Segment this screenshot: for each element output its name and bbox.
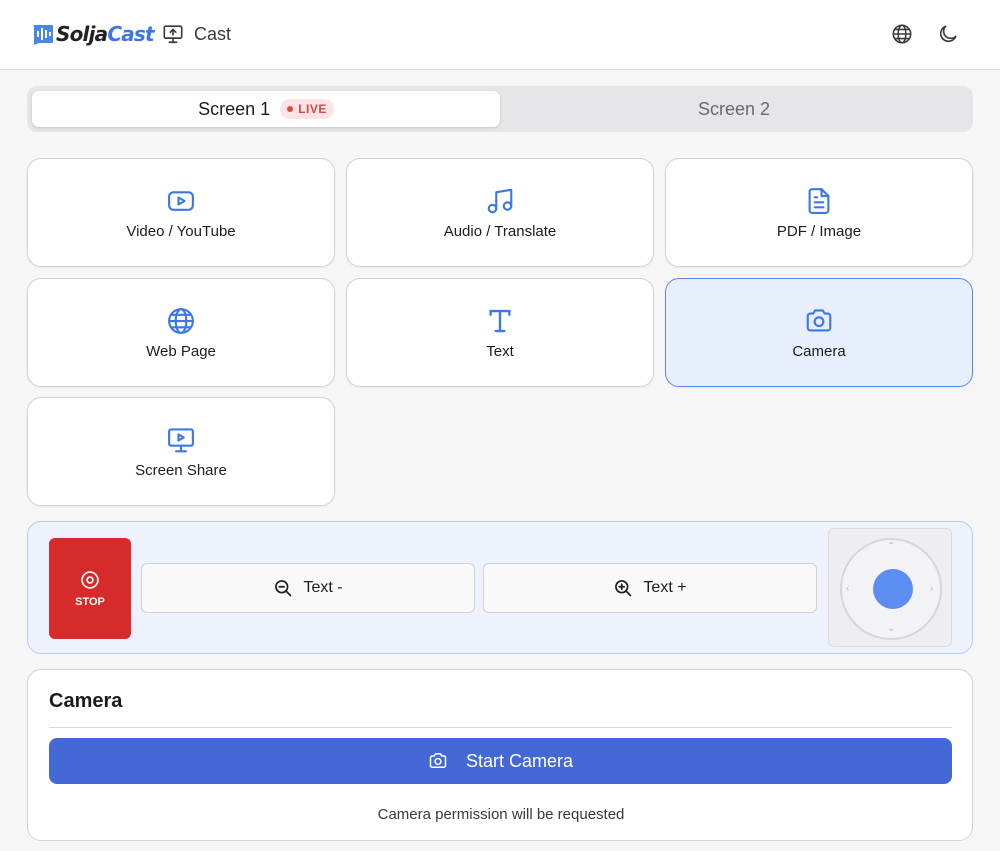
tab-screen-1-label: Screen 1 [198,98,271,119]
zoom-out-icon [273,578,293,598]
tile-label: Text [486,342,514,360]
tile-label: Audio / Translate [443,222,557,240]
tile-label: Web Page [146,342,216,360]
joystick-ring[interactable]: ⌃ ⌄ ‹ › [840,538,942,640]
camera-panel-title: Camera [49,690,123,712]
nav-cast-label: Cast [194,23,232,44]
text-increase-button[interactable]: Text + [483,563,817,613]
source-tile-pdf-image[interactable]: PDF / Image [665,158,973,267]
source-tile-screen-share[interactable]: Screen Share [27,397,335,506]
text-decrease-button[interactable]: Text - [141,563,475,613]
joystick-knob[interactable] [873,569,913,609]
source-tile-camera[interactable]: Camera [665,278,973,387]
sound-wave-logo-icon [32,22,54,46]
chevron-right-icon: › [930,583,934,594]
tile-label: PDF / Image [776,222,862,240]
chevron-up-icon: ⌃ [887,541,896,552]
joystick-pad: ⌃ ⌄ ‹ › [828,528,952,647]
theme-toggle-button[interactable] [936,22,960,46]
source-tile-web-page[interactable]: Web Page [27,278,335,387]
monitor-play-icon [166,425,196,455]
source-tile-video-youtube[interactable]: Video / YouTube [27,158,335,267]
moon-icon [937,23,959,45]
monitor-upload-icon [162,23,184,45]
globe-icon [166,306,196,336]
camera-panel: Camera Start Camera Camera permission wi… [27,669,973,841]
tile-label: Screen Share [135,461,227,479]
tile-label: Camera [792,342,846,360]
stop-label: STOP [75,595,105,608]
live-badge: LIVE [280,99,334,119]
document-icon [804,186,834,216]
tab-screen-1[interactable]: Screen 1 LIVE [32,91,500,127]
stop-icon [80,570,100,590]
music-note-icon [485,186,515,216]
source-tile-text[interactable]: Text [346,278,654,387]
camera-icon [804,306,834,336]
cast-controls: STOP Text - Text + ⌃ ⌄ ‹ › [27,521,973,654]
start-camera-button[interactable]: Start Camera [49,738,952,784]
globe-icon [891,23,913,45]
video-icon [166,186,196,216]
nav-cast[interactable]: Cast [162,20,231,48]
app-header: SoljaCast Cast [0,0,1000,70]
text-increase-label: Text + [643,579,687,596]
panel-divider [49,727,952,728]
screen-tabs: Screen 1 LIVE Screen 2 [27,86,973,132]
tile-label: Video / YouTube [126,222,236,240]
soljacast-logo[interactable]: SoljaCast [32,20,155,48]
chevron-left-icon: ‹ [846,583,850,594]
source-tile-audio-translate[interactable]: Audio / Translate [346,158,654,267]
zoom-in-icon [613,578,633,598]
text-decrease-label: Text - [303,579,343,596]
stop-button[interactable]: STOP [49,538,131,639]
text-t-icon [485,306,515,336]
chevron-down-icon: ⌄ [887,623,896,634]
live-dot-icon [287,106,294,112]
tab-screen-2-label: Screen 2 [697,98,771,119]
live-badge-label: LIVE [298,102,327,116]
tab-screen-2[interactable]: Screen 2 [500,91,968,127]
logo-wordmark: SoljaCast [56,22,155,46]
start-camera-label: Start Camera [465,750,574,771]
camera-icon [428,751,448,771]
camera-permission-note: Camera permission will be requested [377,806,625,823]
language-button[interactable] [890,22,914,46]
